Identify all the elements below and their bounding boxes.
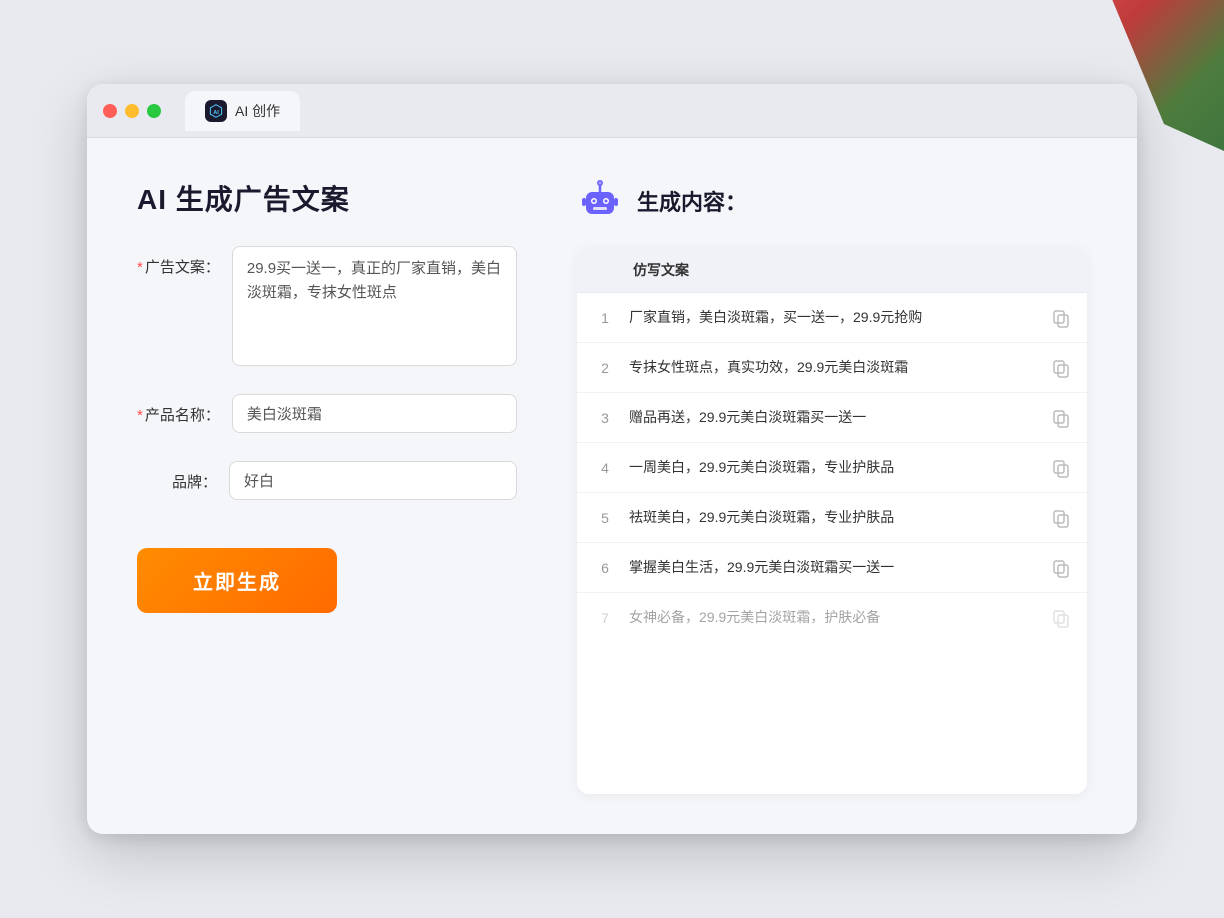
row-number: 7 [593,610,617,626]
row-text: 女神必备，29.9元美白淡斑霜，护肤必备 [629,607,1039,628]
row-number: 2 [593,360,617,376]
row-text: 祛斑美白，29.9元美白淡斑霜，专业护肤品 [629,507,1039,528]
table-header: 仿写文案 [577,248,1087,293]
brand-input[interactable] [229,461,517,500]
table-row: 7 女神必备，29.9元美白淡斑霜，护肤必备 [577,593,1087,642]
result-header: 生成内容： [577,178,1087,224]
browser-tab[interactable]: AI AI 创作 [185,91,300,131]
brand-row: 品牌： [137,461,517,500]
tab-icon: AI [205,100,227,122]
browser-chrome: AI AI 创作 [87,84,1137,138]
ad-copy-label: *广告文案： [137,246,220,277]
table-row: 5 祛斑美白，29.9元美白淡斑霜，专业护肤品 [577,493,1087,543]
copy-icon[interactable] [1051,358,1071,378]
copy-icon[interactable] [1051,458,1071,478]
row-number: 4 [593,460,617,476]
row-number: 5 [593,510,617,526]
row-text: 一周美白，29.9元美白淡斑霜，专业护肤品 [629,457,1039,478]
svg-text:AI: AI [213,109,219,115]
product-name-group: *产品名称： [137,394,517,433]
ad-copy-input[interactable] [232,246,517,366]
row-text: 掌握美白生活，29.9元美白淡斑霜买一送一 [629,557,1039,578]
row-number: 6 [593,560,617,576]
minimize-button[interactable] [125,104,139,118]
browser-window: AI AI 创作 AI 生成广告文案 *广告文案： [87,84,1137,834]
generate-button[interactable]: 立即生成 [137,548,337,613]
product-name-row: *产品名称： [137,394,517,433]
table-row: 6 掌握美白生活，29.9元美白淡斑霜买一送一 [577,543,1087,593]
copy-icon[interactable] [1051,558,1071,578]
ad-copy-group: *广告文案： [137,246,517,366]
table-row: 1 厂家直销，美白淡斑霜，买一送一，29.9元抢购 [577,293,1087,343]
brand-group: 品牌： [137,461,517,500]
result-rows: 1 厂家直销，美白淡斑霜，买一送一，29.9元抢购 2 专抹女性斑点，真实功效，29… [577,293,1087,642]
page-title: AI 生成广告文案 [137,178,517,218]
row-text: 厂家直销，美白淡斑霜，买一送一，29.9元抢购 [629,307,1039,328]
row-number: 3 [593,410,617,426]
ad-copy-row: *广告文案： [137,246,517,366]
right-panel: 生成内容： 仿写文案 1 厂家直销，美白淡斑霜，买一送一，29.9元抢购 2 专抹女… [577,178,1087,794]
copy-icon[interactable] [1051,408,1071,428]
browser-content: AI 生成广告文案 *广告文案： *产品名称： [87,138,1137,834]
table-row: 2 专抹女性斑点，真实功效，29.9元美白淡斑霜 [577,343,1087,393]
table-row: 4 一周美白，29.9元美白淡斑霜，专业护肤品 [577,443,1087,493]
copy-icon[interactable] [1051,308,1071,328]
product-name-input[interactable] [232,394,517,433]
product-name-label: *产品名称： [137,394,220,425]
maximize-button[interactable] [147,104,161,118]
row-text: 赠品再送，29.9元美白淡斑霜买一送一 [629,407,1039,428]
brand-label: 品牌： [137,461,217,492]
result-table: 仿写文案 1 厂家直销，美白淡斑霜，买一送一，29.9元抢购 2 专抹女性斑点，真实… [577,248,1087,794]
tab-title: AI 创作 [235,101,280,121]
row-number: 1 [593,310,617,326]
required-star: * [137,259,143,276]
row-text: 专抹女性斑点，真实功效，29.9元美白淡斑霜 [629,357,1039,378]
copy-icon[interactable] [1051,608,1071,628]
result-title: 生成内容： [637,185,747,217]
table-row: 3 赠品再送，29.9元美白淡斑霜买一送一 [577,393,1087,443]
copy-icon[interactable] [1051,508,1071,528]
left-panel: AI 生成广告文案 *广告文案： *产品名称： [137,178,517,794]
required-star-2: * [137,407,143,424]
robot-icon [577,178,623,224]
close-button[interactable] [103,104,117,118]
traffic-lights [103,104,161,118]
